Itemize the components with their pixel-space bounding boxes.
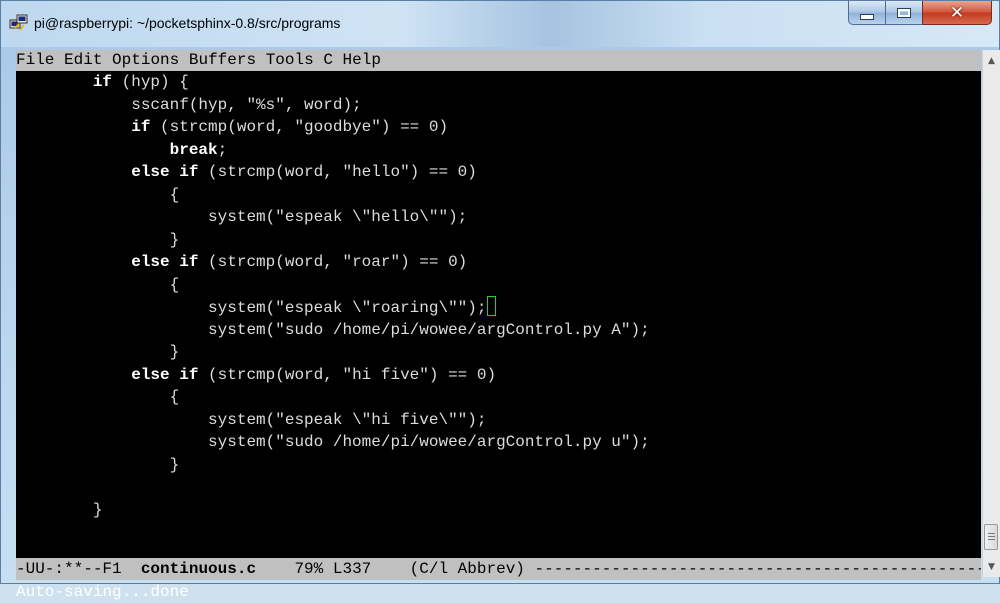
code-text: (strcmp(word, "hi five") == 0) [198, 365, 497, 384]
vertical-scrollbar[interactable]: ▲ ▼ [982, 50, 1000, 577]
code-line[interactable]: { [16, 274, 981, 297]
code-line[interactable]: } [16, 499, 981, 522]
code-text: } [16, 343, 180, 361]
emacs-menu-bar: File Edit Options Buffers Tools C Help [16, 50, 981, 71]
code-line[interactable]: system("sudo /home/pi/wowee/argControl.p… [16, 319, 981, 342]
code-line[interactable]: break; [16, 139, 981, 162]
code-text: { [16, 185, 180, 204]
code-text: } [16, 230, 180, 249]
code-text: system("sudo /home/pi/wowee/argControl.p… [16, 320, 650, 339]
code-line[interactable]: else if (strcmp(word, "roar") == 0) [16, 251, 981, 274]
code-text: (strcmp(word, "hello") == 0) [198, 163, 477, 181]
code-line[interactable]: if (strcmp(word, "goodbye") == 0) [16, 116, 981, 139]
emacs-frame[interactable]: File Edit Options Buffers Tools C Help i… [16, 50, 981, 601]
code-text: } [16, 500, 103, 519]
text-cursor [487, 296, 497, 316]
code-keyword: if [179, 163, 199, 181]
code-line[interactable]: } [16, 454, 981, 477]
code-keyword: if [179, 253, 199, 271]
menu-options[interactable]: Options [112, 51, 179, 69]
code-keyword: else [131, 253, 170, 271]
code-text: { [16, 275, 180, 294]
code-line[interactable]: if (hyp) { [16, 71, 981, 94]
buffer-name: continuous.c [140, 560, 257, 578]
mode-line-status: -UU-:**--F1 [16, 560, 141, 578]
code-line[interactable]: system("espeak \"hello\""); [16, 206, 981, 229]
code-keyword: else [131, 163, 170, 181]
mode-line: -UU-:**--F1 continuous.c 79% L337 (C/l A… [16, 558, 981, 580]
code-text: } [16, 455, 180, 474]
code-text: sscanf(hyp, "%s", word); [16, 95, 362, 114]
menu-c[interactable]: C [323, 51, 333, 69]
code-line[interactable]: else if (strcmp(word, "hi five") == 0) [16, 364, 981, 387]
window-title: pi@raspberrypi: ~/pocketsphinx-0.8/src/p… [34, 15, 341, 31]
code-text: (strcmp(word, "goodbye") == 0) [150, 118, 449, 136]
code-keyword: if [92, 73, 113, 91]
code-line[interactable]: sscanf(hyp, "%s", word); [16, 94, 981, 117]
code-text: system("espeak \"roaring\""); [16, 299, 487, 317]
menu-file[interactable]: File [16, 51, 54, 69]
code-text: (strcmp(word, "roar") == 0) [198, 253, 468, 271]
code-line[interactable]: } [16, 229, 981, 252]
close-button[interactable]: ✕ [922, 1, 992, 25]
menu-edit[interactable]: Edit [64, 51, 102, 69]
code-text: system("espeak \"hello\""); [16, 208, 468, 226]
code-keyword: if [179, 365, 199, 384]
echo-area: Auto-saving...done [16, 583, 189, 601]
mode-line-info: 79% L337 (C/l Abbrev) ------------------… [256, 560, 981, 578]
code-line[interactable]: } [16, 341, 981, 364]
code-line[interactable]: system("espeak \"hi five\""); [16, 409, 981, 432]
code-text: system("espeak \"hi five\""); [16, 410, 487, 429]
code-text: system("sudo /home/pi/wowee/argControl.p… [16, 433, 650, 451]
scrollbar-thumb[interactable] [984, 524, 998, 550]
minimize-icon [860, 13, 874, 20]
code-line[interactable]: { [16, 184, 981, 207]
code-text: { [16, 388, 180, 406]
maximize-icon [897, 7, 911, 18]
code-keyword: else [131, 365, 170, 384]
code-line[interactable]: system("espeak \"roaring\""); [16, 296, 981, 319]
putty-icon[interactable] [9, 14, 29, 32]
minimize-button[interactable] [848, 1, 886, 25]
menu-buffers[interactable]: Buffers [189, 51, 256, 69]
code-keyword: break [169, 140, 218, 159]
close-icon: ✕ [949, 2, 965, 23]
code-line[interactable]: { [16, 386, 981, 409]
code-keyword: if [131, 118, 151, 136]
code-text: ; [217, 140, 228, 159]
terminal-window: pi@raspberrypi: ~/pocketsphinx-0.8/src/p… [0, 0, 1000, 601]
scroll-down-icon[interactable]: ▼ [983, 558, 1000, 575]
code-editor[interactable]: if (hyp) { sscanf(hyp, "%s", word); if (… [16, 71, 981, 530]
scroll-up-icon[interactable]: ▲ [983, 52, 1000, 69]
code-line[interactable]: system("sudo /home/pi/wowee/argControl.p… [16, 431, 981, 454]
code-line[interactable]: else if (strcmp(word, "hello") == 0) [16, 161, 981, 184]
menu-tools[interactable]: Tools [266, 51, 314, 69]
code-line[interactable] [16, 476, 981, 499]
code-text: (hyp) { [112, 73, 189, 91]
maximize-button[interactable] [885, 1, 923, 25]
menu-help[interactable]: Help [343, 51, 381, 69]
